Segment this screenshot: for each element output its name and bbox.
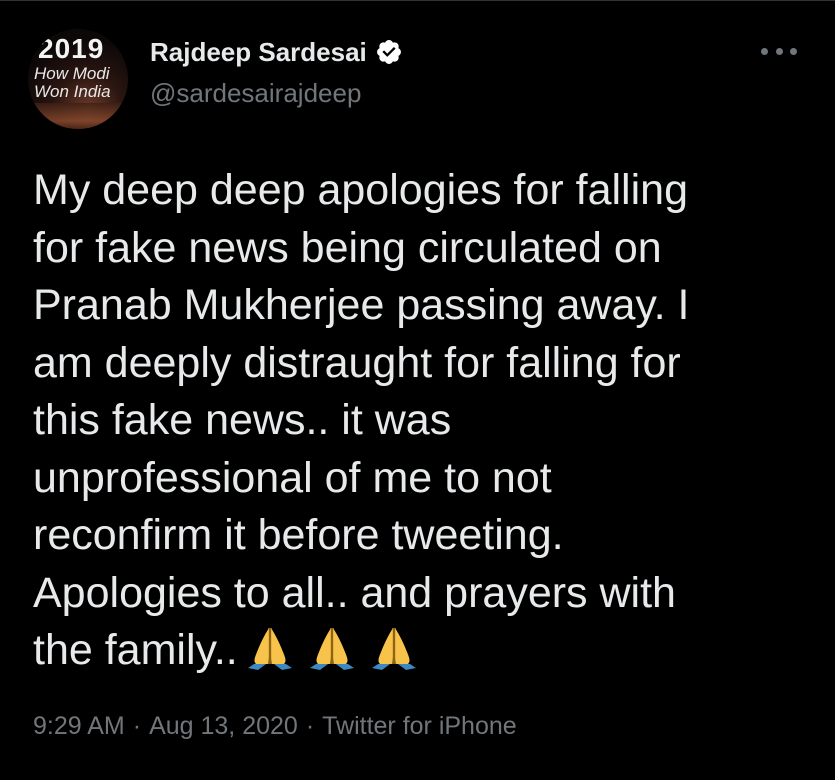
- tweet-line: Apologies to all.. and prayers with: [33, 568, 676, 617]
- tweet-line: this fake news.. it was: [33, 396, 452, 444]
- more-dot: [761, 47, 768, 55]
- avatar-caption-line-1: How Modi: [34, 64, 110, 83]
- tweet-line: the family..: [33, 626, 238, 674]
- meta-separator: ·: [132, 712, 142, 740]
- folded-hands-icon: [309, 628, 354, 670]
- tweet-line: My deep deep apologies for falling: [33, 166, 688, 214]
- folded-hands-icon: [371, 628, 416, 670]
- folded-hands-icon: [247, 628, 292, 670]
- tweet-line: am deeply distraught for falling for: [33, 338, 681, 387]
- tweet-meta: 9:29 AM · Aug 13, 2020 · Twitter for iPhone: [33, 709, 517, 743]
- avatar[interactable]: 2019 How Modi Won India: [28, 29, 128, 129]
- avatar-year-text: 2019: [38, 33, 105, 64]
- tweet-line: for fake news being circulated on: [33, 223, 662, 272]
- tweet-date[interactable]: Aug 13, 2020: [149, 712, 298, 740]
- tweet-last-line: the family..: [33, 622, 813, 680]
- verified-badge-icon: [376, 40, 401, 64]
- tweet-source[interactable]: Twitter for iPhone: [322, 712, 517, 740]
- author-display-name[interactable]: Rajdeep Sardesai: [150, 35, 367, 69]
- tweet-line: unprofessional of me to not: [33, 453, 552, 502]
- tweet-line: Pranab Mukherjee passing away. I: [33, 281, 690, 329]
- more-horizontal-icon[interactable]: [761, 43, 797, 59]
- tweet-line: reconfirm it before tweeting.: [33, 511, 564, 559]
- meta-separator: ·: [305, 712, 315, 740]
- author-name-row: Rajdeep Sardesai: [150, 35, 403, 69]
- more-dot: [790, 47, 797, 55]
- author-handle[interactable]: @sardesairajdeep: [150, 76, 361, 110]
- tweet: 2019 How Modi Won India Rajdeep Sardesai…: [0, 0, 835, 780]
- more-dot: [775, 47, 783, 55]
- tweet-body: My deep deep apologies for falling for f…: [33, 162, 813, 680]
- avatar-photo-crowd: [28, 103, 128, 129]
- avatar-caption-line-2: Won India: [34, 82, 111, 101]
- tweet-time[interactable]: 9:29 AM: [33, 712, 125, 740]
